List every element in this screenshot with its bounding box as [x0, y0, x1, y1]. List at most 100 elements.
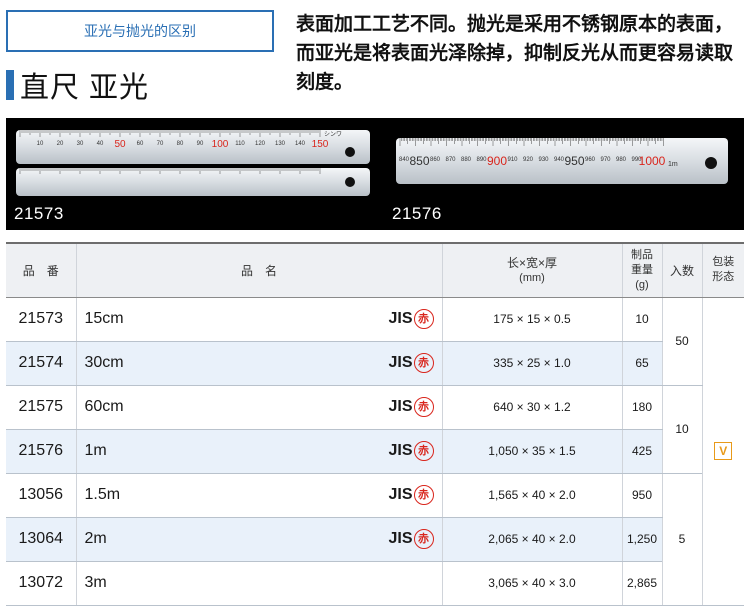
pack-mark-icon: V	[714, 442, 733, 460]
ruler-number: 20	[57, 141, 64, 147]
table-row: 21576 1m JIS 赤 1,050 × 35 × 1.5 425	[6, 429, 744, 474]
ruler-number: 150	[312, 139, 329, 150]
row-weight: 950	[621, 473, 662, 518]
ruler-number: 910	[507, 157, 518, 163]
row-dims: 640 × 30 × 1.2	[441, 385, 622, 430]
row-code: 13072	[6, 561, 76, 606]
header-weight-l2: 重量	[631, 263, 653, 276]
page-title: 直尺 亚光	[20, 72, 150, 104]
section-tag-text: 亚光与抛光的区别	[84, 23, 196, 39]
ruler-30cm-hole	[345, 177, 355, 187]
row-weight: 180	[621, 385, 662, 430]
ruler-number: 40	[97, 141, 104, 147]
ruler-number: 70	[157, 141, 164, 147]
pack-cell: V	[701, 297, 744, 606]
ruler-number: 140	[295, 141, 306, 147]
ruler-number: 920	[523, 157, 534, 163]
row-size: 60cm	[84, 398, 124, 415]
header-dims-label: 长×宽×厚	[506, 256, 558, 271]
qty-cell: 10	[661, 385, 702, 474]
jis-mark: JIS 赤	[388, 441, 434, 461]
ruler-number: 90	[197, 141, 204, 147]
description-text: 表面加工工艺不同。抛光是采用不锈钢原本的表面，而亚光是将表面光泽除掉，抑制反光从…	[296, 13, 734, 93]
jis-text: JIS	[388, 442, 413, 459]
aka-circle-icon: 赤	[413, 485, 434, 505]
row-dims: 1,050 × 35 × 1.5	[441, 429, 622, 474]
row-name: 3m	[75, 561, 442, 606]
row-dims: 2,065 × 40 × 2.0	[441, 517, 622, 562]
jis-mark: JIS 赤	[388, 309, 434, 329]
jis-mark: JIS 赤	[388, 485, 434, 505]
header-pack-l1: 包装	[712, 256, 735, 269]
jis-mark: JIS 赤	[388, 529, 434, 549]
header-pack-l2: 形态	[712, 271, 735, 284]
ruler-number: 930	[538, 157, 549, 163]
row-size: 15cm	[84, 310, 124, 327]
row-dims: 175 × 15 × 0.5	[441, 297, 622, 342]
header-qty: 入数	[661, 242, 702, 298]
jis-text: JIS	[388, 310, 413, 327]
ruler-number: 10	[37, 141, 44, 147]
row-code: 21573	[6, 297, 76, 342]
ruler-number: 980	[616, 157, 627, 163]
ruler-number: 50	[114, 139, 126, 150]
header-code: 品 番	[6, 242, 76, 298]
row-dims: 335 × 25 × 1.0	[441, 341, 622, 386]
jis-mark: JIS 赤	[388, 397, 434, 417]
row-size: 1.5m	[84, 486, 121, 503]
table-row: 21575 60cm JIS 赤 640 × 30 × 1.2 180 10	[6, 385, 744, 474]
ruler-number: 950	[564, 154, 584, 168]
aka-circle-icon: 赤	[413, 441, 434, 461]
jis-text: JIS	[388, 530, 413, 547]
ruler-1m-hole	[705, 157, 717, 169]
row-name: 30cm JIS 赤	[75, 341, 442, 386]
aka-circle-icon: 赤	[413, 397, 434, 417]
ruler-number: 970	[600, 157, 611, 163]
jis-text: JIS	[388, 486, 413, 503]
row-dims: 1,565 × 40 × 2.0	[441, 473, 622, 518]
header-dims: 长×宽×厚 (mm)	[441, 242, 622, 298]
row-code: 21575	[6, 385, 76, 430]
row-dims: 3,065 × 40 × 3.0	[441, 561, 622, 606]
header-weight-l1: 制品	[631, 248, 653, 261]
ruler-number: 900	[487, 154, 507, 168]
row-code: 21574	[6, 341, 76, 386]
ruler-number: 870	[445, 157, 456, 163]
table-row: 21574 30cm JIS 赤 335 × 25 × 1.0 65	[6, 341, 744, 386]
row-weight: 65	[621, 341, 662, 386]
row-size: 3m	[84, 574, 107, 591]
ruler-number: 940	[554, 157, 565, 163]
jis-text: JIS	[388, 398, 413, 415]
ruler-number: 860	[430, 157, 441, 163]
section-tag: 亚光与抛光的区别	[6, 10, 274, 52]
ruler-number: 30	[77, 141, 84, 147]
jis-text: JIS	[388, 354, 413, 371]
row-code: 21576	[6, 429, 76, 474]
header-weight: 制品 重量 (g)	[621, 242, 662, 298]
product-photo: 10 20 30 40 50 60 70 80 90 100 110 120 130 140 150 シンワ…	[6, 118, 744, 230]
ruler-15cm-hole	[345, 147, 355, 157]
ruler-number: 1000	[639, 154, 666, 168]
aka-circle-icon: 赤	[413, 529, 434, 549]
row-weight: 10	[621, 297, 662, 342]
spec-table: 品 番 品 名 长×宽×厚 (mm) 制品 重量 (g) 入数 包装 形态 21…	[6, 242, 744, 606]
header-dims-unit: (mm)	[519, 272, 545, 285]
title-accent-bar	[6, 70, 14, 100]
ruler-number: 60	[137, 141, 144, 147]
jis-mark: JIS 赤	[388, 353, 434, 373]
row-name: 15cm JIS 赤	[75, 297, 442, 342]
row-weight: 2,865	[621, 561, 662, 606]
header-name: 品 名	[75, 242, 442, 298]
ruler-number: 960	[585, 157, 596, 163]
row-name: 1.5m JIS 赤	[75, 473, 442, 518]
table-header-row: 品 番 品 名 长×宽×厚 (mm) 制品 重量 (g) 入数 包装 形态	[6, 242, 744, 298]
row-name: 1m JIS 赤	[75, 429, 442, 474]
ruler-number: 840	[399, 157, 410, 163]
ruler-photo-illustration: 10 20 30 40 50 60 70 80 90 100 110 120 130 140 150 シンワ…	[16, 130, 728, 196]
row-name: 2m JIS 赤	[75, 517, 442, 562]
ruler-number: 880	[461, 157, 472, 163]
qty-cell: 5	[661, 473, 702, 606]
ruler-1m-unit: 1m	[668, 161, 678, 168]
row-weight: 1,250	[621, 517, 662, 562]
ruler-number: 100	[212, 139, 229, 150]
